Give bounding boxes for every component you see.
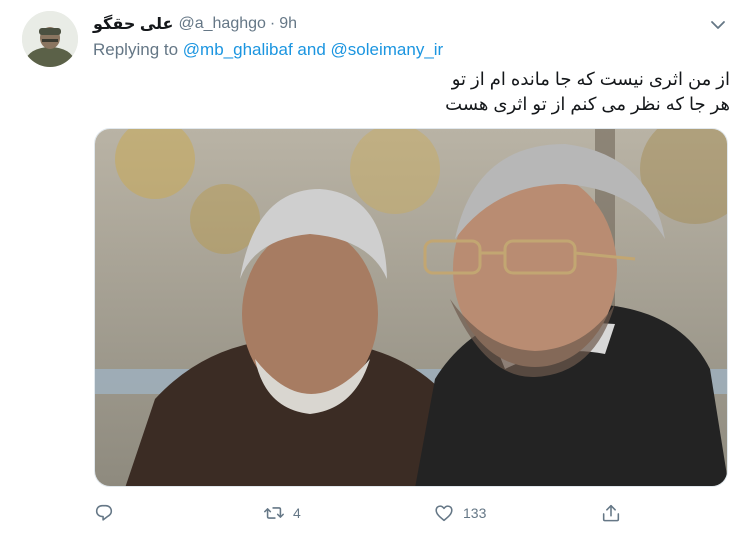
retweet-button[interactable]: 4 [263,500,301,526]
tweet-text-line: از من اثری نیست که جا مانده ام از تو [451,69,730,89]
chevron-down-icon[interactable] [707,14,729,36]
timestamp[interactable]: 9h [279,15,297,33]
tweet-header: علی حقگو @a_haghgo · 9h [93,13,297,35]
retweet-icon [264,507,284,519]
separator-dot: · [269,15,276,32]
like-count: 133 [463,505,487,521]
retweet-count: 4 [293,505,301,521]
tweet-text: از من اثری نیست که جا مانده ام از تو هر … [110,67,730,117]
like-button[interactable]: 133 [433,500,486,526]
user-handle[interactable]: @a_haghgo [178,15,265,33]
replying-prefix: Replying to [93,40,179,59]
mention-link[interactable]: @mb_ghalibaf [183,40,293,59]
tweet: علی حقگو @a_haghgo · 9h Replying to @mb_… [0,0,748,537]
display-name[interactable]: علی حقگو [93,14,173,34]
share-icon [602,504,620,522]
avatar[interactable] [22,11,78,67]
share-button[interactable] [600,500,622,526]
heart-icon [435,505,453,522]
reply-icon [95,504,113,521]
tweet-actions: 4 133 [0,500,748,526]
tweet-photo[interactable] [94,128,728,487]
replying-to: Replying to @mb_ghalibaf and @soleimany_… [93,40,443,60]
conjunction-link[interactable]: and [297,40,325,59]
tweet-text-line: هر جا که نظر می کنم از تو اثری هست [445,94,730,114]
reply-button[interactable] [93,500,115,526]
mention-link[interactable]: @soleimany_ir [331,40,444,59]
